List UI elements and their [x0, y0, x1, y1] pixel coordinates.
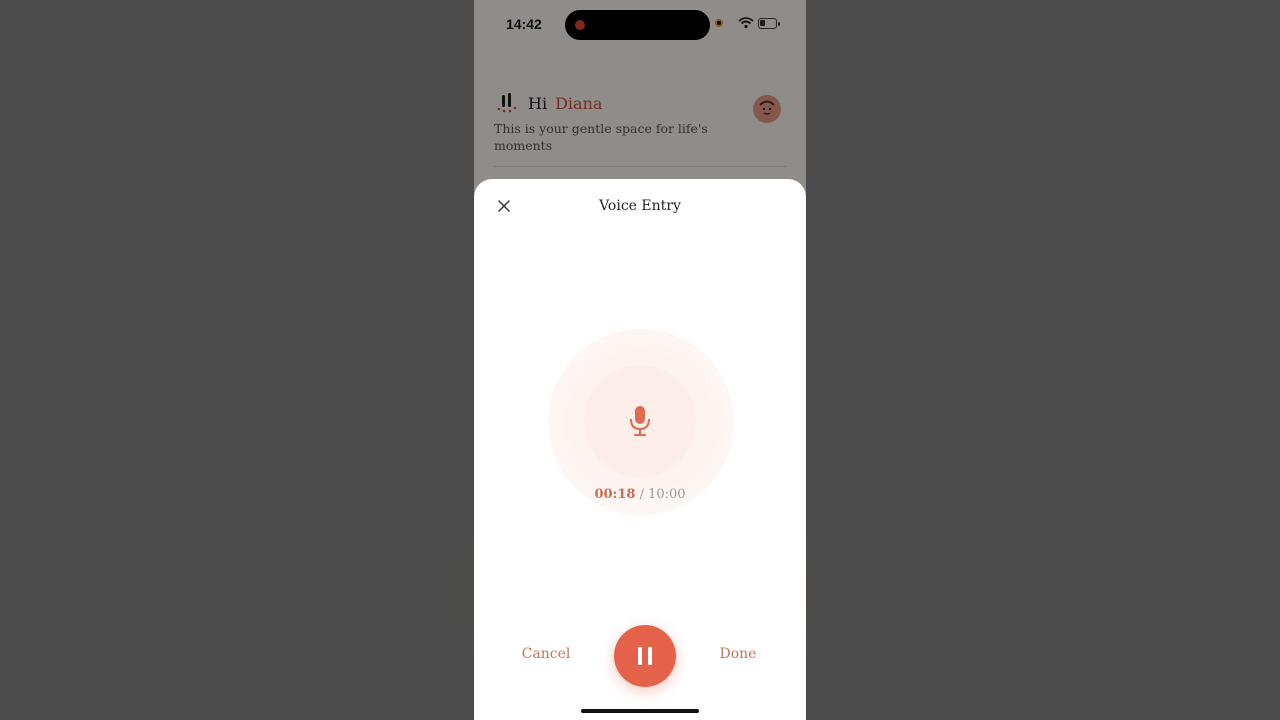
cancel-button[interactable]: Cancel	[504, 646, 588, 662]
recording-timer: 00:18 / 10:00	[474, 487, 806, 502]
phone-screen: 14:42 Hi Diana This is your gentle space…	[474, 0, 806, 720]
done-button[interactable]: Done	[706, 646, 770, 662]
sheet-title: Voice Entry	[599, 198, 681, 214]
microphone-icon	[630, 406, 650, 436]
timer-elapsed: 00:18	[594, 487, 636, 502]
timer-separator: /	[639, 487, 644, 502]
timer-total: 10:00	[648, 487, 686, 502]
home-indicator[interactable]	[581, 709, 699, 713]
pause-icon	[638, 647, 642, 665]
voice-entry-sheet: Voice Entry 00:18 / 10:00 Cancel Done	[474, 179, 806, 720]
pause-icon	[648, 647, 652, 665]
mic-indicator	[584, 365, 696, 477]
pause-button[interactable]	[614, 625, 676, 687]
